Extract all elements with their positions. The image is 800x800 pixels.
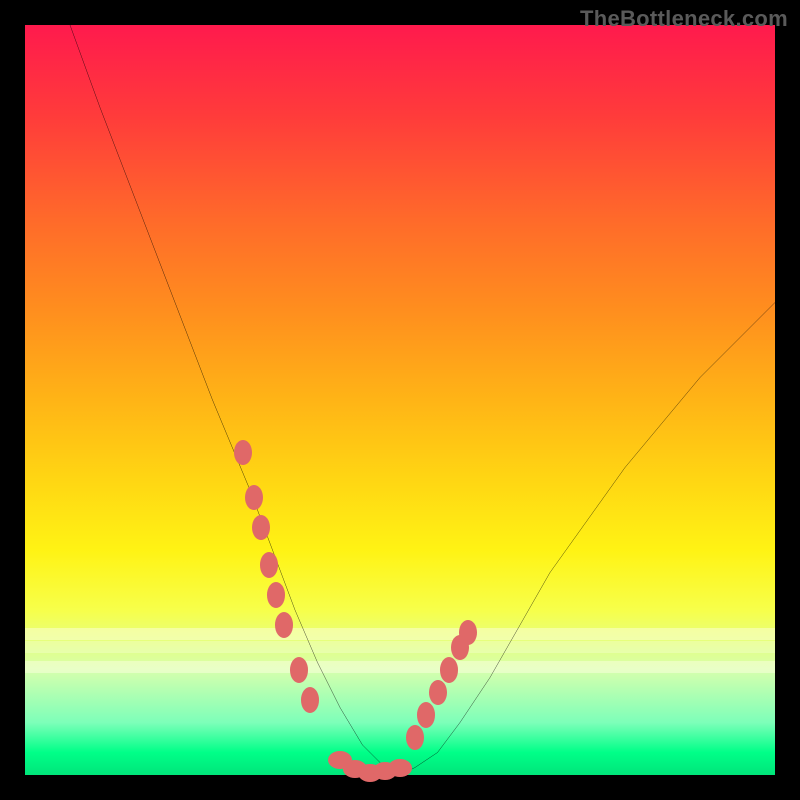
- data-point: [417, 702, 435, 728]
- data-point: [459, 620, 477, 646]
- bottleneck-curve: [25, 25, 775, 775]
- data-point: [275, 612, 293, 638]
- data-point: [301, 687, 319, 713]
- data-point: [234, 440, 252, 466]
- data-point: [260, 552, 278, 578]
- data-point: [267, 582, 285, 608]
- data-point: [429, 680, 447, 706]
- data-point: [388, 759, 412, 777]
- data-point: [245, 485, 263, 511]
- data-point: [406, 725, 424, 751]
- data-point: [290, 657, 308, 683]
- watermark-label: TheBottleneck.com: [580, 6, 788, 32]
- chart-plot-area: [25, 25, 775, 775]
- data-point: [440, 657, 458, 683]
